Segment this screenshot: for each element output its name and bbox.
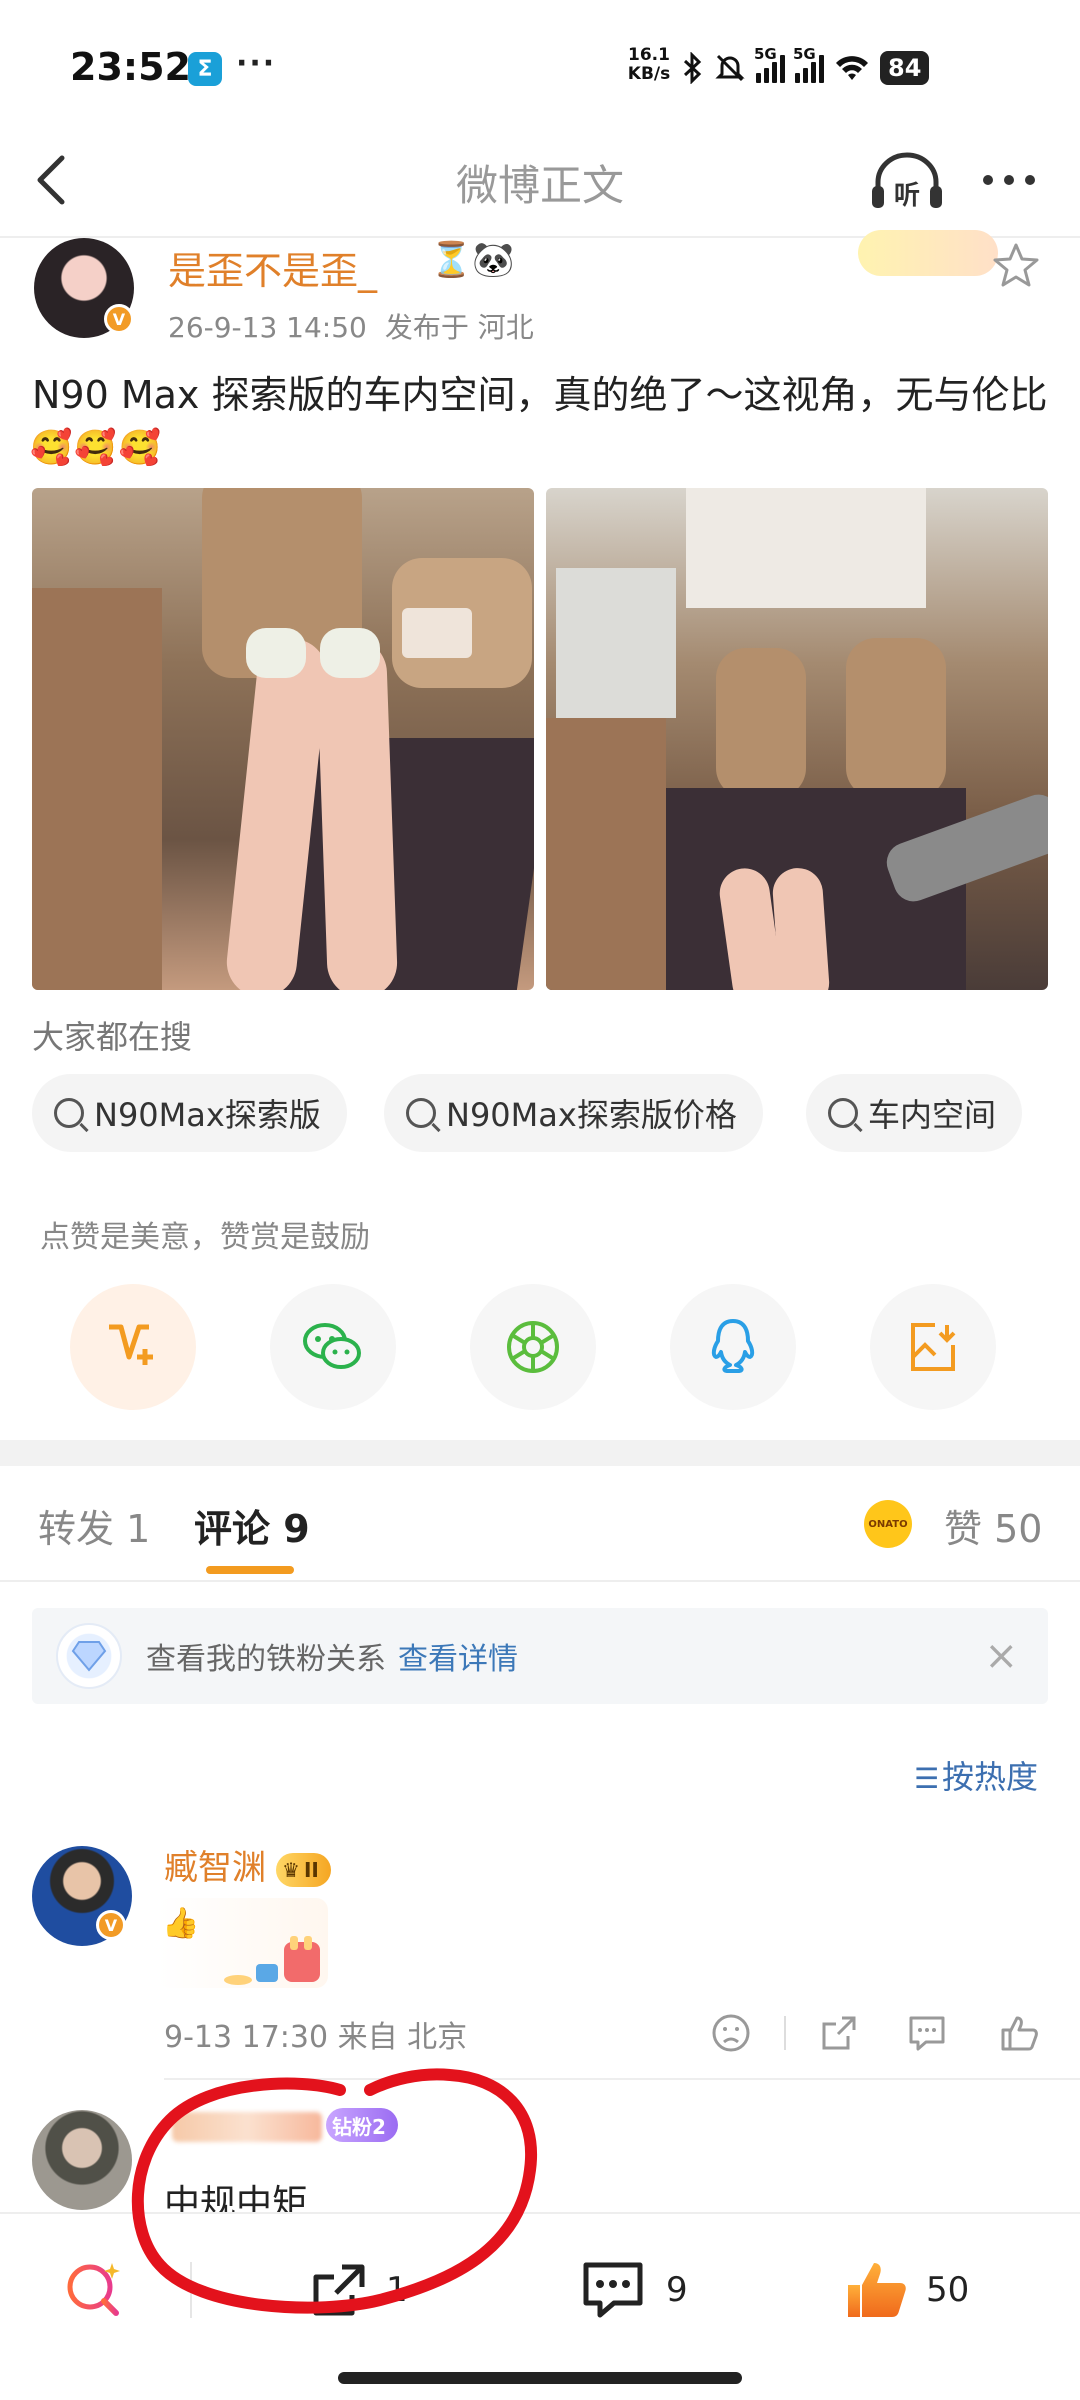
search-chip[interactable]: N90Max探索版 (32, 1074, 347, 1152)
fan-details-link[interactable]: 查看详情 (398, 1634, 518, 1678)
comment-share-button[interactable] (818, 2012, 860, 2054)
share-qq-button[interactable] (670, 1284, 796, 1410)
trending-search-title: 大家都在搜 (32, 1018, 193, 1056)
share-moments-button[interactable] (470, 1284, 596, 1410)
search-icon (54, 1098, 84, 1128)
signal-icon-2: 5G (793, 45, 824, 83)
wechat-icon (303, 1323, 361, 1369)
share-wechat-button[interactable] (270, 1284, 396, 1410)
app-notification-icon: Σ (188, 52, 222, 86)
battery-indicator: 84 (880, 51, 930, 85)
moments-icon (507, 1321, 559, 1373)
thumbs-up-filled-icon (848, 2263, 906, 2317)
comment-bubble-icon (909, 2016, 945, 2051)
diamond-icon (56, 1623, 122, 1689)
action-divider (784, 2016, 786, 2050)
signal-label-2: 5G (793, 45, 816, 63)
signal-label-1: 5G (754, 45, 777, 63)
tab-comments[interactable]: 评论 9 (194, 1498, 310, 1553)
sort-by-hot-button[interactable]: ☰按热度 (914, 1752, 1038, 1798)
post-meta: 26-9-13 14:50 发布于 河北 (168, 306, 552, 346)
post-location: 发布于 河北 (384, 311, 534, 344)
comment-like-button[interactable] (998, 2012, 1040, 2054)
comment-source: 来自 北京 (337, 2020, 468, 2055)
signal-icon-1: 5G (754, 45, 785, 83)
comment-meta: 9-13 17:30 来自 北京 (164, 2012, 467, 2056)
reward-button[interactable] (70, 1284, 196, 1410)
search-chip-label: 车内空间 (868, 1096, 997, 1134)
network-speed-value: 16.1 (628, 45, 670, 65)
sort-label: 按热度 (942, 1758, 1039, 1796)
post-image-2[interactable] (546, 488, 1048, 990)
author-name[interactable]: 是歪不是歪_ (168, 240, 377, 295)
post-text: N90 Max 探索版的车内空间，真的绝了～这视角，无与伦比 (32, 373, 1048, 417)
close-icon[interactable]: × (984, 1633, 1018, 1679)
network-speed-unit: KB/s (627, 64, 671, 84)
listen-button[interactable]: 听 (868, 150, 946, 214)
post-emojis: 🥰🥰🥰 (30, 428, 164, 468)
fan-relationship-banner: 查看我的铁粉关系 查看详情 × (32, 1608, 1048, 1704)
fan-banner-text: 查看我的铁粉关系 (146, 1642, 386, 1677)
post-date: 26-9-13 14:50 (168, 311, 367, 344)
save-image-button[interactable] (870, 1284, 996, 1410)
comment-button[interactable]: 9 (578, 2250, 688, 2330)
more-dots-icon (983, 175, 1035, 185)
fan-crown-badge: ♛ II (276, 1852, 331, 1887)
comment-icon (583, 2262, 643, 2318)
search-icon (406, 1098, 436, 1128)
qq-icon (711, 1319, 755, 1373)
home-indicator[interactable] (338, 2372, 742, 2384)
more-notifications-icon: ··· (236, 46, 277, 81)
fan-level: II (303, 1857, 319, 1882)
tabs-divider (0, 1580, 1080, 1582)
search-chip[interactable]: 车内空间 (806, 1074, 1023, 1152)
status-time: 23:52 (70, 45, 191, 89)
like-button[interactable]: 50 (842, 2250, 969, 2330)
like-count: 50 (926, 2270, 970, 2310)
more-options-button[interactable] (978, 160, 1040, 200)
share-icon (822, 2016, 856, 2050)
comment-time: 9-13 17:30 (164, 2020, 329, 2055)
sort-icon: ☰ (914, 1762, 940, 1795)
comment-author-label: 臧智渊 (164, 1848, 266, 1888)
breakfast-sticker-icon (222, 1934, 322, 1986)
favorite-star-button[interactable] (990, 240, 1042, 292)
search-chip-label: N90Max探索版 (94, 1096, 321, 1134)
verified-badge-icon: V (96, 1910, 126, 1940)
comment-author-name[interactable]: 臧智渊 ♛ II (164, 1840, 331, 1889)
section-separator (0, 1440, 1080, 1466)
red-annotation-circle (131, 2068, 538, 2314)
thumbs-up-emoji: 👍 (162, 1906, 200, 1941)
star-icon (993, 243, 1039, 287)
network-speed: 16.1 KB/s (626, 46, 672, 84)
search-icon (828, 1098, 858, 1128)
verified-badge-icon: V (104, 304, 134, 334)
tab-reposts[interactable]: 转发 1 (38, 1498, 150, 1553)
active-tab-indicator (206, 1566, 294, 1574)
search-chip[interactable]: N90Max探索版价格 (384, 1074, 763, 1152)
wifi-icon (836, 56, 868, 80)
headphones-icon: 听 (872, 152, 942, 211)
search-chip-label: N90Max探索版价格 (446, 1096, 737, 1134)
post-image-1[interactable] (32, 488, 534, 990)
tab-likes[interactable]: 赞 50 (944, 1498, 1042, 1553)
status-icons: 5G 5G 84 (682, 45, 930, 88)
like-badge-icon: ONATO (864, 1500, 912, 1548)
comment-count: 9 (666, 2270, 688, 2310)
decorative-sticker (858, 230, 998, 276)
save-image-icon (911, 1323, 956, 1371)
author-name-emoji: ⏳🐼 (430, 240, 515, 280)
reward-icon (109, 1324, 153, 1365)
dislike-button[interactable] (710, 2012, 752, 2054)
bluetooth-icon (683, 52, 702, 84)
reward-hint: 点赞是美意，赞赏是鼓励 (40, 1220, 370, 1255)
listen-label: 听 (894, 181, 920, 211)
comment-avatar[interactable] (32, 2110, 132, 2210)
mute-bell-icon (715, 54, 745, 82)
sad-face-icon (712, 2014, 750, 2052)
comment-reply-button[interactable] (906, 2012, 948, 2054)
thumbs-up-icon (1001, 2016, 1038, 2051)
